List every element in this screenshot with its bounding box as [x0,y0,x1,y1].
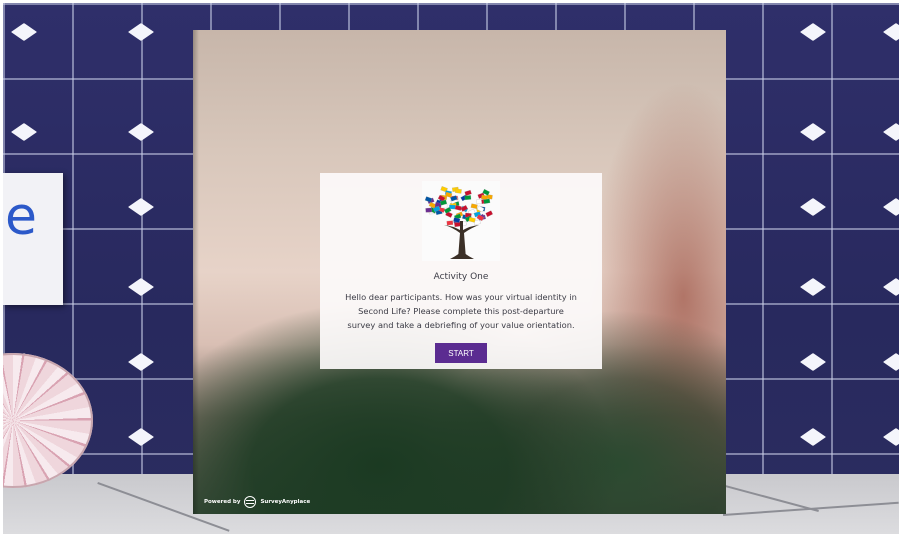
sign-letter: e [5,187,37,247]
brand-name: SurveyAnyplace [260,499,311,505]
powered-by-label: Powered by [204,499,241,505]
survey-card: Activity One Hello dear participants. Ho… [320,173,602,369]
panel-edge [193,30,199,514]
surveyanyplace-logo-icon [244,496,257,508]
flag-tree-icon [422,181,500,261]
description-line: survey and take a debriefing of your val… [347,320,575,330]
description-line: Second Life? Please complete this post-d… [358,306,564,316]
powered-by-footer[interactable]: Powered by SurveyAnyplace [204,496,310,508]
survey-description: Hello dear participants. How was your vi… [334,290,588,332]
survey-panel: Activity One Hello dear participants. Ho… [193,30,726,514]
start-button[interactable]: START [435,343,487,363]
virtual-world-scene: e Activity One Hello dear participants. … [3,3,899,534]
sign-board: e [3,173,63,305]
description-line: Hello dear participants. How was your vi… [345,292,577,302]
survey-title: Activity One [433,272,489,282]
